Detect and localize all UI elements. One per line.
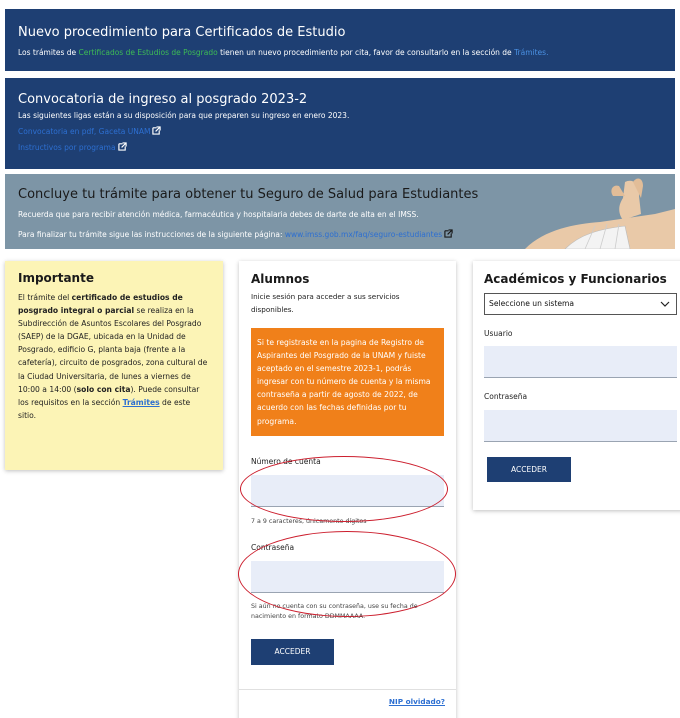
chevron-down-icon xyxy=(660,301,670,307)
banner-title: Convocatoria de ingreso al posgrado 2023… xyxy=(18,92,308,107)
banner-title: Nuevo procedimiento para Certificados de… xyxy=(18,25,346,40)
academicos-title: Académicos y Funcionarios xyxy=(484,272,667,286)
usuario-label: Usuario xyxy=(484,329,513,338)
instructivos-link[interactable]: Instructivos por programa xyxy=(18,143,116,152)
banner-certificados: Nuevo procedimiento para Certificados de… xyxy=(5,9,675,71)
cuenta-label: Número de cuenta xyxy=(251,457,321,466)
cuenta-hint: 7 a 9 caracteres, únicamente dígitos xyxy=(251,518,367,525)
divider xyxy=(239,689,456,690)
password-input[interactable] xyxy=(484,410,677,442)
banner-convocatoria: Convocatoria de ingreso al posgrado 2023… xyxy=(5,78,675,169)
importante-title: Importante xyxy=(18,271,94,285)
external-link-icon xyxy=(444,229,453,238)
external-link-icon xyxy=(117,142,127,151)
bandaged-arm-illustration xyxy=(525,178,675,249)
password-hint: Si aún no cuenta con su contraseña, use … xyxy=(251,603,418,620)
convocatoria-pdf-link[interactable]: Convocatoria en pdf, Gaceta UNAM xyxy=(18,127,150,136)
nip-olvidado-link[interactable]: NIP olvidado? xyxy=(389,697,445,706)
alumnos-title: Alumnos xyxy=(251,272,310,286)
password-label: Contraseña xyxy=(484,392,528,401)
usuario-input[interactable] xyxy=(484,346,677,378)
password-input[interactable] xyxy=(251,561,444,593)
imss-link[interactable]: www.imss.gob.mx/faq/seguro-estudiantes xyxy=(285,230,442,239)
academicos-login-card: Académicos y Funcionarios Seleccione un … xyxy=(473,261,680,510)
banner-text: Los trámites de Certificados de Estudios… xyxy=(18,48,549,57)
tramites-link[interactable]: Trámites xyxy=(123,398,160,407)
external-link-icon xyxy=(152,126,162,135)
academicos-acceder-button[interactable]: ACCEDER xyxy=(487,457,571,482)
certificados-link[interactable]: Certificados de Estudios de Posgrado xyxy=(79,48,218,57)
sistema-select-value: Seleccione un sistema xyxy=(489,299,575,308)
alumnos-intro: Inicie sesión para acceder a sus servici… xyxy=(251,292,400,314)
importante-text: El trámite del certificado de estudios d… xyxy=(18,293,208,420)
sistema-select[interactable]: Seleccione un sistema xyxy=(484,293,677,315)
banner-text: Las siguientes ligas están a su disposic… xyxy=(18,111,350,120)
password-label: Contraseña xyxy=(251,543,295,552)
alumnos-acceder-button[interactable]: ACCEDER xyxy=(251,639,334,665)
importante-card: Importante El trámite del certificado de… xyxy=(5,261,223,470)
tramites-link[interactable]: Trámites. xyxy=(514,48,548,57)
banner-seguro-salud: Concluye tu trámite para obtener tu Segu… xyxy=(5,174,675,249)
alumnos-login-card: Alumnos Inicie sesión para acceder a sus… xyxy=(239,261,456,718)
registration-notice: Si te registraste en la pagina de Regist… xyxy=(251,328,444,436)
cuenta-input[interactable] xyxy=(251,475,444,507)
